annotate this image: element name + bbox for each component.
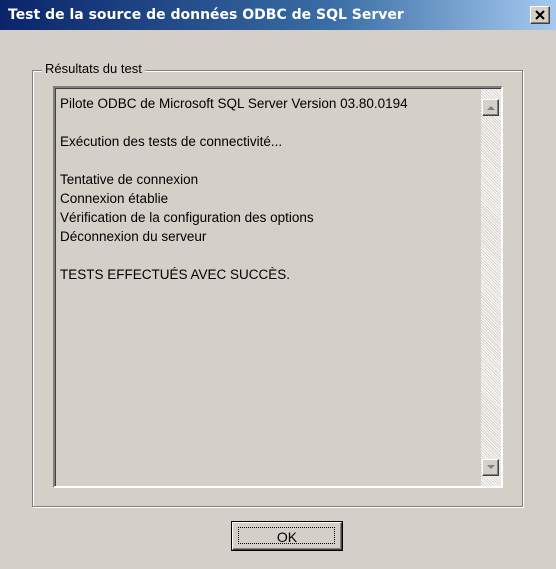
result-line xyxy=(60,246,484,265)
results-text: Pilote ODBC de Microsoft SQL Server Vers… xyxy=(60,94,484,284)
result-line: Vérification de la configuration des opt… xyxy=(60,210,314,225)
result-line xyxy=(60,151,484,170)
result-line xyxy=(60,113,484,132)
result-line: TESTS EFFECTUÉS AVEC SUCCÈS. xyxy=(60,267,291,282)
title-bar[interactable]: Test de la source de données ODBC de SQL… xyxy=(0,0,556,30)
ok-button-label: OK xyxy=(276,529,298,545)
arrow-down-icon xyxy=(487,465,495,469)
result-line: Exécution des tests de connectivité... xyxy=(60,134,283,149)
results-group-label: Résultats du test xyxy=(42,61,145,76)
dialog-window: Test de la source de données ODBC de SQL… xyxy=(0,0,556,569)
result-line: Pilote ODBC de Microsoft SQL Server Vers… xyxy=(60,96,408,111)
scroll-down-button[interactable] xyxy=(482,459,499,476)
window-title: Test de la source de données ODBC de SQL… xyxy=(8,7,404,23)
result-line: Connexion établie xyxy=(60,191,169,206)
arrow-up-icon xyxy=(487,106,495,110)
scroll-up-button[interactable] xyxy=(482,99,499,116)
ok-button[interactable]: OK xyxy=(231,521,343,551)
close-icon xyxy=(535,10,545,20)
close-button[interactable] xyxy=(530,6,550,24)
results-textbox[interactable]: Pilote ODBC de Microsoft SQL Server Vers… xyxy=(53,86,503,488)
vertical-scrollbar[interactable] xyxy=(481,89,501,486)
result-line: Tentative de connexion xyxy=(60,172,199,187)
result-line: Déconnexion du serveur xyxy=(60,229,207,244)
